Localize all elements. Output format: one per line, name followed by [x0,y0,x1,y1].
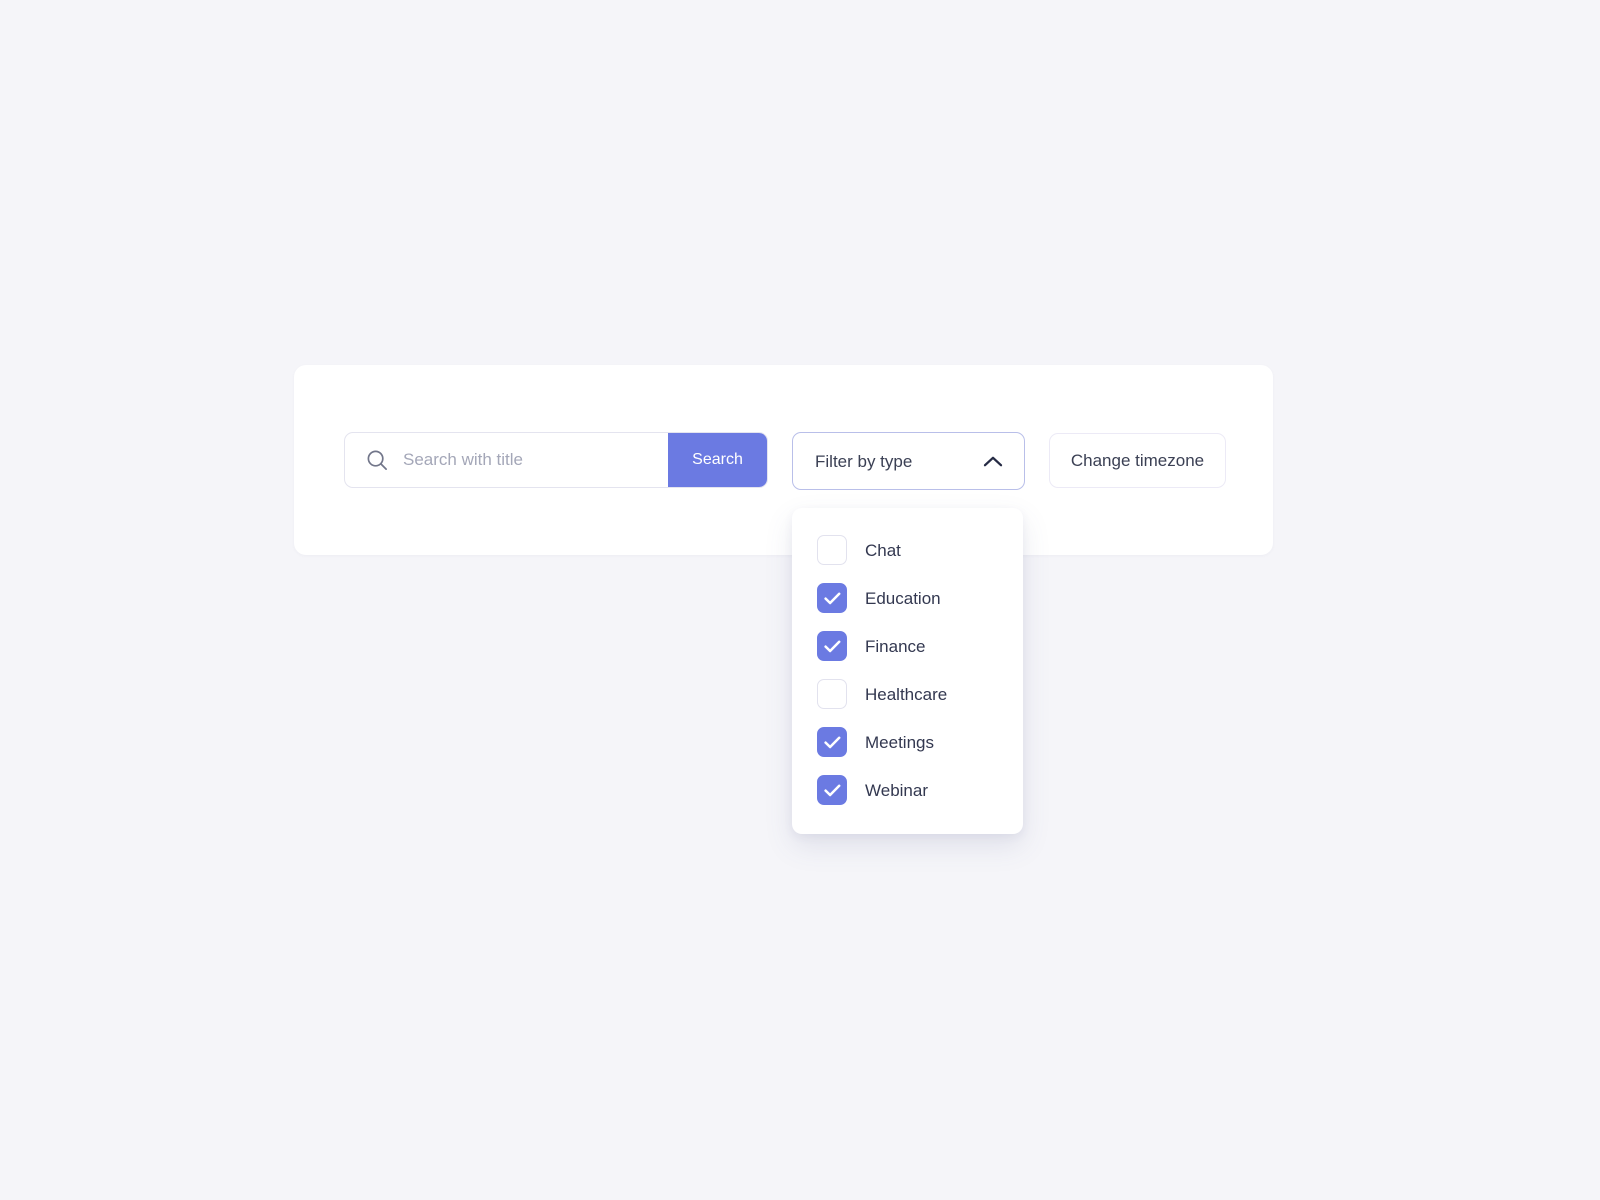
chevron-up-icon [983,455,1003,468]
dropdown-item-label: Chat [865,540,901,560]
search-button[interactable]: Search [668,433,767,487]
dropdown-item-label: Meetings [865,732,934,752]
change-timezone-button[interactable]: Change timezone [1049,433,1226,488]
page-root: Search Filter by type [0,0,1600,1200]
checkbox-webinar[interactable] [817,775,847,805]
dropdown-item-meetings[interactable]: Meetings [792,718,1023,766]
dropdown-item-label: Webinar [865,780,928,800]
search-icon [345,433,403,487]
dropdown-item-webinar[interactable]: Webinar [792,766,1023,814]
checkbox-finance[interactable] [817,631,847,661]
dropdown-item-chat[interactable]: Chat [792,526,1023,574]
checkbox-healthcare[interactable] [817,679,847,709]
filter-by-type-button[interactable]: Filter by type [792,432,1025,490]
dropdown-item-finance[interactable]: Finance [792,622,1023,670]
checkbox-chat[interactable] [817,535,847,565]
dropdown-item-education[interactable]: Education [792,574,1023,622]
checkbox-meetings[interactable] [817,727,847,757]
dropdown-item-healthcare[interactable]: Healthcare [792,670,1023,718]
filter-by-type-label: Filter by type [815,451,913,471]
dropdown-item-label: Healthcare [865,684,948,704]
filter-type-dropdown-panel: Chat Education Finance Healthcare Meetin… [792,508,1023,834]
checkbox-education[interactable] [817,583,847,613]
dropdown-item-label: Finance [865,636,926,656]
toolbar-row: Search Filter by type [344,432,1226,834]
toolbar-card: Search Filter by type [294,365,1273,834]
search-input[interactable] [403,433,668,487]
search-group: Search [344,432,768,488]
dropdown-item-label: Education [865,588,941,608]
filter-by-type-group: Filter by type Chat Education Finance He… [792,432,1025,834]
